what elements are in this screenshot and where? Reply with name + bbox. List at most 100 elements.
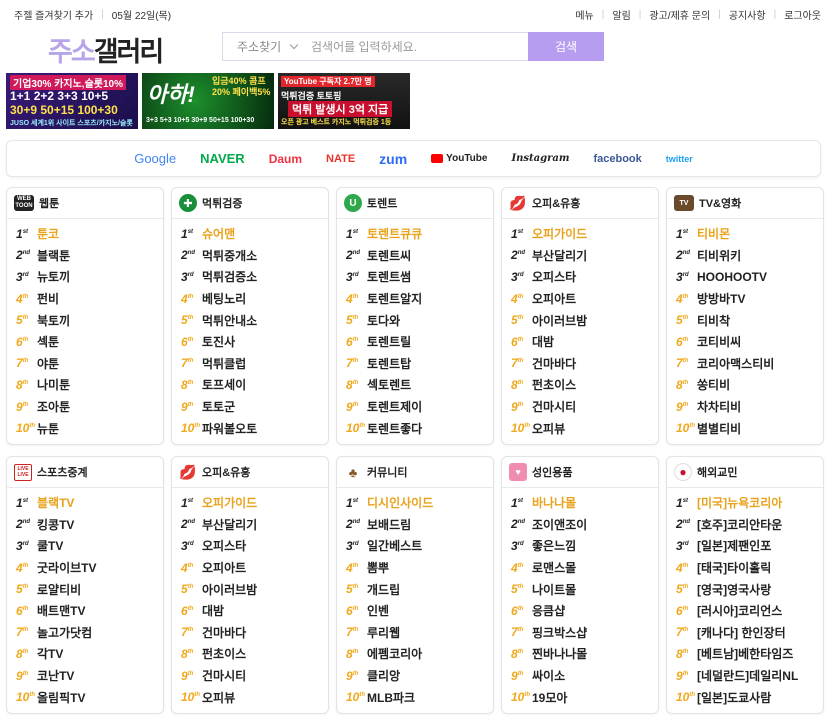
- site-list-item[interactable]: 1st 디시인사이드: [337, 492, 493, 514]
- site-list-item[interactable]: 7th 놀고가닷컴: [7, 622, 163, 644]
- site-list-item[interactable]: 8th 토프세이: [172, 374, 328, 396]
- site-list-item[interactable]: 4th 토렌트알지: [337, 288, 493, 310]
- site-list-item[interactable]: 5th [영국]영국사랑: [667, 578, 823, 600]
- search-type-select[interactable]: 주소찾기: [237, 38, 311, 55]
- site-list-item[interactable]: 3rd 일간베스트: [337, 535, 493, 557]
- banner-ad-3[interactable]: YouTube 구독자 2.7만 명 먹튀검증 토토핑 먹튀 발생시 3억 지급…: [278, 73, 410, 129]
- site-list-item[interactable]: 2nd 킹콩TV: [7, 514, 163, 536]
- site-list-item[interactable]: 2nd 블랙툰: [7, 245, 163, 267]
- site-list-item[interactable]: 2nd [호주]코리안타운: [667, 514, 823, 536]
- category-header[interactable]: ✚ 먹튀검증: [172, 188, 328, 219]
- site-list-item[interactable]: 6th 대밤: [502, 331, 658, 353]
- site-list-item[interactable]: 8th 쏭티비: [667, 374, 823, 396]
- site-list-item[interactable]: 1st 블랙TV: [7, 492, 163, 514]
- site-list-item[interactable]: 5th 나이트몰: [502, 578, 658, 600]
- site-list-item[interactable]: 8th 펀초이스: [502, 374, 658, 396]
- site-list-item[interactable]: 1st [미국]뉴욕코리아: [667, 492, 823, 514]
- site-list-item[interactable]: 9th 싸이소: [502, 665, 658, 687]
- daum-link[interactable]: Daum: [269, 152, 302, 166]
- site-list-item[interactable]: 8th 펀초이스: [172, 643, 328, 665]
- site-list-item[interactable]: 4th 방방바TV: [667, 288, 823, 310]
- logout-link[interactable]: 로그아웃: [784, 7, 821, 22]
- site-list-item[interactable]: 8th 에펨코리아: [337, 643, 493, 665]
- category-header[interactable]: ♥ 성인용품: [502, 457, 658, 488]
- site-list-item[interactable]: 6th 코티비씨: [667, 331, 823, 353]
- google-link[interactable]: Google: [134, 151, 176, 166]
- site-list-item[interactable]: 4th 오피아트: [502, 288, 658, 310]
- search-input[interactable]: [311, 39, 528, 54]
- site-list-item[interactable]: 6th 섹툰: [7, 331, 163, 353]
- site-list-item[interactable]: 9th 건마시티: [172, 665, 328, 687]
- banner-ad-2[interactable]: 아하! 입금40% 콤프20% 페이백5% 3+3 5+3 10+5 30+9 …: [142, 73, 274, 129]
- site-list-item[interactable]: 5th 아이러브밤: [502, 309, 658, 331]
- site-list-item[interactable]: 5th 토다와: [337, 309, 493, 331]
- site-list-item[interactable]: 9th 토렌트제이: [337, 396, 493, 418]
- site-list-item[interactable]: 7th 건마바다: [172, 622, 328, 644]
- nate-link[interactable]: NATE: [326, 153, 355, 165]
- site-list-item[interactable]: 7th 코리아맥스티비: [667, 353, 823, 375]
- site-list-item[interactable]: 6th 인벤: [337, 600, 493, 622]
- site-list-item[interactable]: 5th 개드립: [337, 578, 493, 600]
- site-list-item[interactable]: 10th 오피뷰: [502, 417, 658, 439]
- category-header[interactable]: LIVE LIVE 스포츠중계: [7, 457, 163, 488]
- site-logo[interactable]: 주소 갤러리: [48, 30, 164, 69]
- site-list-item[interactable]: 7th 건마바다: [502, 353, 658, 375]
- site-list-item[interactable]: 9th 차차티비: [667, 396, 823, 418]
- site-list-item[interactable]: 3rd 먹튀검증소: [172, 266, 328, 288]
- site-list-item[interactable]: 7th 루리웹: [337, 622, 493, 644]
- site-list-item[interactable]: 9th 조아툰: [7, 396, 163, 418]
- site-list-item[interactable]: 9th 토토군: [172, 396, 328, 418]
- site-list-item[interactable]: 3rd 오피스타: [172, 535, 328, 557]
- site-list-item[interactable]: 9th 건마시티: [502, 396, 658, 418]
- site-list-item[interactable]: 1st 오피가이드: [502, 223, 658, 245]
- site-list-item[interactable]: 6th 토렌트릴: [337, 331, 493, 353]
- naver-link[interactable]: NAVER: [200, 151, 245, 166]
- site-list-item[interactable]: 2nd 조이앤조이: [502, 514, 658, 536]
- zum-link[interactable]: zum: [379, 151, 407, 167]
- site-list-item[interactable]: 7th 야툰: [7, 353, 163, 375]
- site-list-item[interactable]: 2nd 먹튀중개소: [172, 245, 328, 267]
- site-list-item[interactable]: 10th 별별티비: [667, 417, 823, 439]
- site-list-item[interactable]: 3rd 뉴토끼: [7, 266, 163, 288]
- site-list-item[interactable]: 10th MLB파크: [337, 686, 493, 708]
- site-list-item[interactable]: 1st 툰코: [7, 223, 163, 245]
- site-list-item[interactable]: 9th 클리앙: [337, 665, 493, 687]
- site-list-item[interactable]: 4th 로맨스몰: [502, 557, 658, 579]
- category-header[interactable]: ♣ 커뮤니티: [337, 457, 493, 488]
- site-list-item[interactable]: 5th 북토끼: [7, 309, 163, 331]
- site-list-item[interactable]: 4th 오피아트: [172, 557, 328, 579]
- category-header[interactable]: 💋 오피&유흥: [172, 457, 328, 488]
- site-list-item[interactable]: 4th 펀비: [7, 288, 163, 310]
- ad-inquiry-link[interactable]: 광고/제휴 문의: [649, 7, 710, 22]
- site-list-item[interactable]: 9th [네덜란드]데일리NL: [667, 665, 823, 687]
- notice-link[interactable]: 공지사항: [729, 7, 766, 22]
- site-list-item[interactable]: 2nd 부산달리기: [502, 245, 658, 267]
- site-list-item[interactable]: 2nd 보배드림: [337, 514, 493, 536]
- site-list-item[interactable]: 2nd 티비위키: [667, 245, 823, 267]
- site-list-item[interactable]: 10th 토렌트좋다: [337, 417, 493, 439]
- menu-link[interactable]: 메뉴: [575, 7, 593, 22]
- site-list-item[interactable]: 1st 바나나몰: [502, 492, 658, 514]
- site-list-item[interactable]: 3rd 쿨TV: [7, 535, 163, 557]
- site-list-item[interactable]: 3rd 토렌트썸: [337, 266, 493, 288]
- notification-link[interactable]: 알림: [612, 7, 630, 22]
- category-header[interactable]: TV TV&영화: [667, 188, 823, 219]
- site-list-item[interactable]: 5th 티비착: [667, 309, 823, 331]
- site-list-item[interactable]: 5th 로얄티비: [7, 578, 163, 600]
- facebook-link[interactable]: facebook: [593, 153, 641, 165]
- site-list-item[interactable]: 6th [러시아]코리언스: [667, 600, 823, 622]
- site-list-item[interactable]: 6th 대밤: [172, 600, 328, 622]
- site-list-item[interactable]: 10th 파워볼오토: [172, 417, 328, 439]
- site-list-item[interactable]: 8th 나미툰: [7, 374, 163, 396]
- bookmark-link[interactable]: 주젤 즐겨찾기 추가: [14, 7, 93, 22]
- site-list-item[interactable]: 10th 오피뷰: [172, 686, 328, 708]
- youtube-link[interactable]: YouTube: [431, 153, 487, 164]
- search-button[interactable]: 검색: [528, 32, 604, 61]
- site-list-item[interactable]: 1st 토렌트큐큐: [337, 223, 493, 245]
- site-list-item[interactable]: 5th 아이러브밤: [172, 578, 328, 600]
- site-list-item[interactable]: 5th 먹튀안내소: [172, 309, 328, 331]
- site-list-item[interactable]: 4th 굿라이브TV: [7, 557, 163, 579]
- site-list-item[interactable]: 2nd 부산달리기: [172, 514, 328, 536]
- site-list-item[interactable]: 3rd 오피스타: [502, 266, 658, 288]
- site-list-item[interactable]: 10th 뉴툰: [7, 417, 163, 439]
